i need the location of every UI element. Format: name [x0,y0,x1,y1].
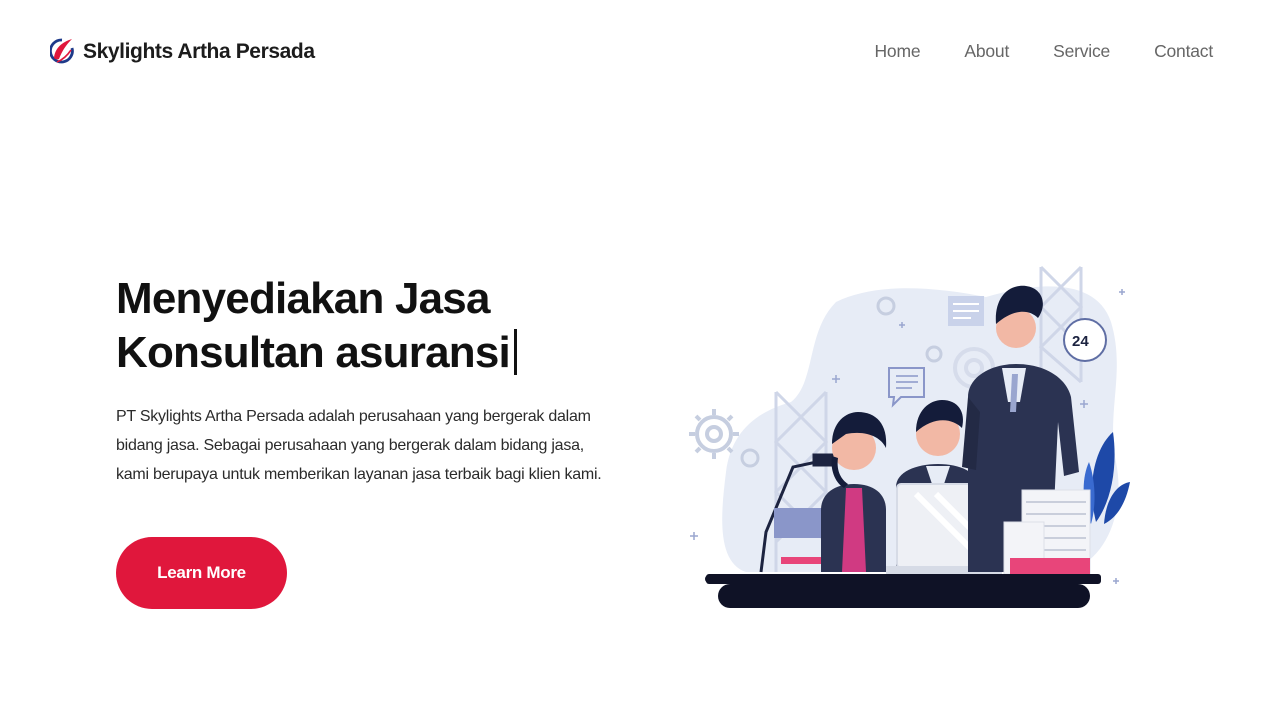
brand-name: Skylights Artha Persada [83,39,315,63]
24h-badge-text: 24 [1072,333,1089,350]
hero-title: Menyediakan Jasa Konsultan asuransi [116,272,636,380]
main-nav: Home About Service Contact [874,41,1213,62]
nav-service[interactable]: Service [1053,41,1110,62]
brand-link[interactable]: Skylights Artha Persada [50,36,315,67]
nav-about[interactable]: About [964,41,1009,62]
typing-caret [513,329,517,375]
navbar: Skylights Artha Persada Home About Servi… [0,0,1280,104]
message-window-icon [948,296,984,326]
skylights-logo-icon [50,38,74,64]
gear-icon-large [689,409,739,459]
hero-title-line-2: Konsultan asuransi [116,328,511,377]
hero-title-line-1: Menyediakan Jasa [116,274,490,323]
book-stack [781,557,823,564]
desk [705,574,1101,608]
nav-home[interactable]: Home [874,41,920,62]
24h-support-icon: 24 [1063,318,1107,362]
nav-contact[interactable]: Contact [1154,41,1213,62]
hero-section: Menyediakan Jasa Konsultan asuransi PT S… [116,272,636,489]
monitor-box [774,508,822,538]
office-team-illustration: 24 [689,265,1130,608]
learn-more-button[interactable]: Learn More [116,537,287,609]
hero-description: PT Skylights Artha Persada adalah perusa… [116,408,602,483]
